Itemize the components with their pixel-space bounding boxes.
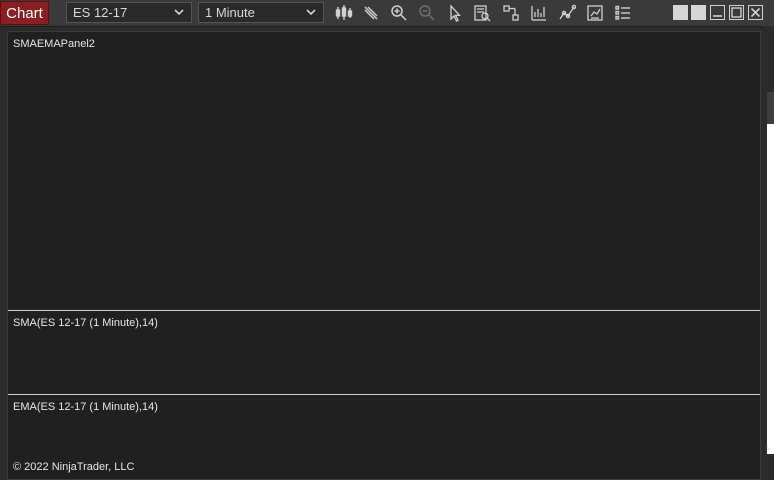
- indicators-icon[interactable]: [530, 4, 548, 22]
- chart-tab[interactable]: Chart: [0, 1, 49, 25]
- instrument-selector[interactable]: ES 12-17: [66, 2, 192, 23]
- chevron-down-icon: [173, 3, 185, 22]
- chart-panels[interactable]: SMAEMAPanel2 SMA(ES 12-17 (1 Minute),14)…: [7, 31, 761, 480]
- ema-panel-label: EMA(ES 12-17 (1 Minute),14): [13, 401, 158, 413]
- close-icon: [750, 7, 761, 18]
- maximize-icon: [731, 7, 742, 18]
- pointer-icon[interactable]: [446, 4, 464, 22]
- main-panel[interactable]: SMAEMAPanel2: [8, 32, 760, 310]
- chevron-down-icon: [305, 3, 317, 22]
- sma-panel-label: SMA(ES 12-17 (1 Minute),14): [13, 317, 158, 329]
- minimize-button[interactable]: [710, 5, 725, 20]
- chevron-right-icon[interactable]: ›: [766, 443, 770, 455]
- properties-icon[interactable]: [502, 4, 520, 22]
- drawing-tool-icon[interactable]: [362, 4, 380, 22]
- right-edge-panel: [767, 124, 774, 454]
- minimize-icon: [713, 15, 722, 17]
- copyright-text: © 2022 NinjaTrader, LLC: [13, 461, 135, 473]
- tile-right-button[interactable]: [691, 5, 706, 20]
- interval-selector[interactable]: 1 Minute: [198, 2, 324, 23]
- interval-value: 1 Minute: [205, 5, 255, 20]
- instrument-value: ES 12-17: [73, 5, 128, 20]
- zoom-out-icon[interactable]: [418, 4, 436, 22]
- maximize-button[interactable]: [729, 5, 744, 20]
- tile-left-button[interactable]: [673, 5, 688, 20]
- data-box-icon[interactable]: [473, 4, 491, 22]
- chart-trader-icon[interactable]: [586, 4, 604, 22]
- main-panel-label: SMAEMAPanel2: [13, 38, 95, 50]
- close-button[interactable]: [748, 5, 763, 20]
- ema-panel[interactable]: EMA(ES 12-17 (1 Minute),14) © 2022 Ninja…: [8, 395, 760, 479]
- zoom-in-icon[interactable]: [390, 4, 408, 22]
- bar-type-icon[interactable]: [335, 4, 353, 22]
- list-icon[interactable]: [614, 4, 632, 22]
- sma-panel[interactable]: SMA(ES 12-17 (1 Minute),14): [8, 311, 760, 394]
- chart-toolbar: Chart ES 12-17 1 Minute: [0, 0, 774, 27]
- strategies-icon[interactable]: [558, 4, 576, 22]
- right-edge-tab: [767, 92, 774, 124]
